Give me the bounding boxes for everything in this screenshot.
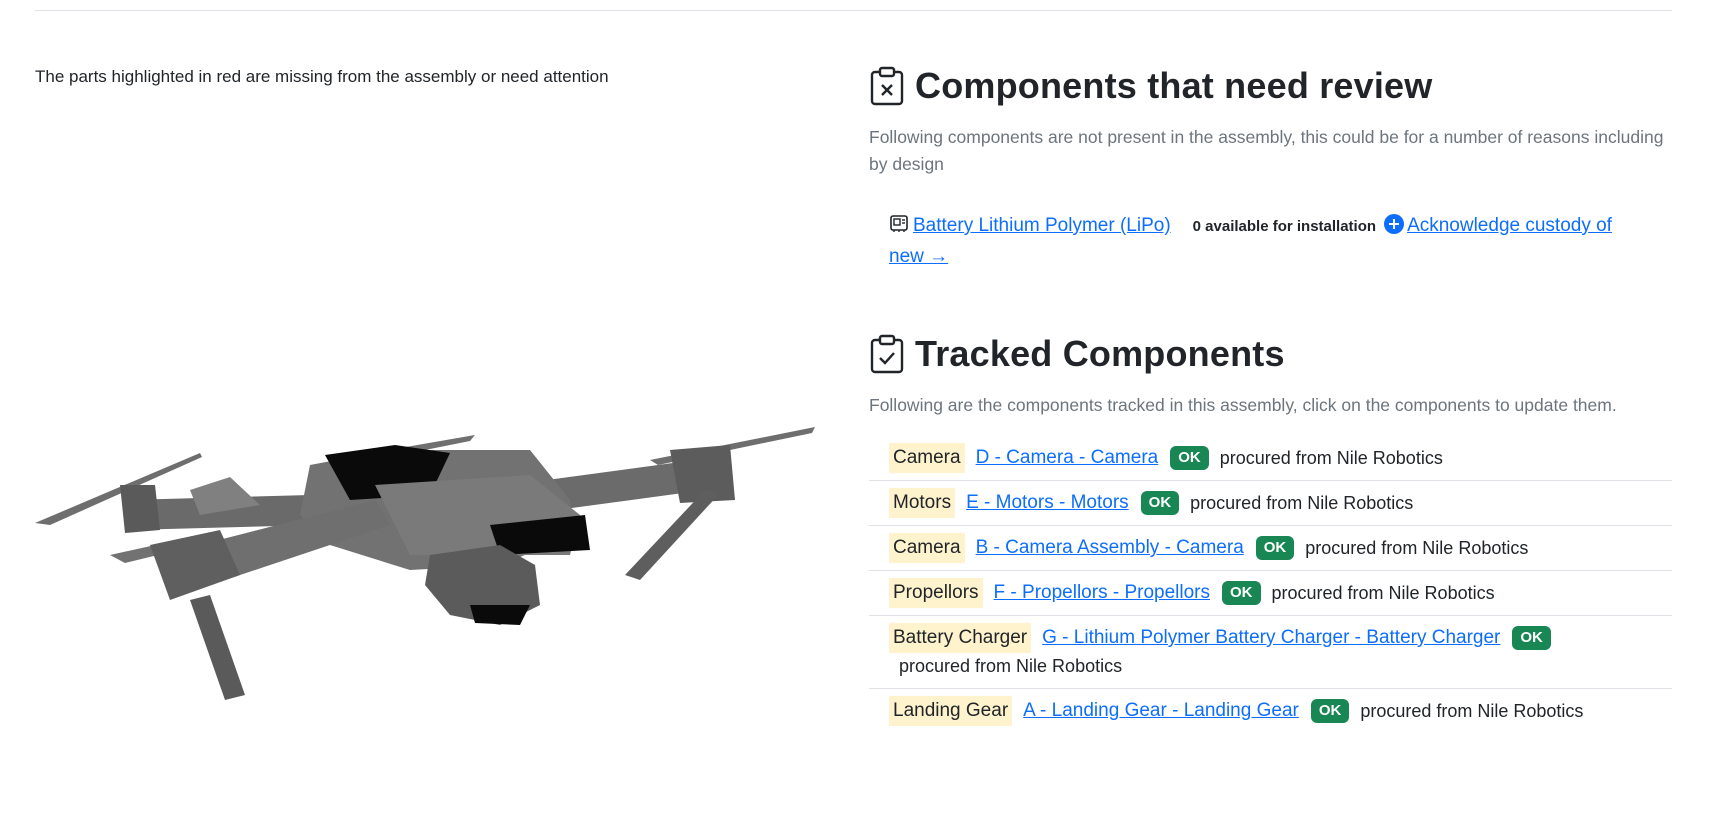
clipboard-check-icon — [870, 334, 904, 374]
component-link[interactable]: D - Camera - Camera — [976, 443, 1159, 473]
component-link[interactable]: B - Camera Assembly - Camera — [976, 533, 1244, 563]
review-section: Components that need review Following co… — [869, 62, 1672, 272]
source-text: procured from Nile Robotics — [1305, 538, 1529, 558]
source-text: procured from Nile Robotics — [899, 656, 1123, 676]
review-header: Components that need review — [869, 62, 1672, 110]
component-link[interactable]: E - Motors - Motors — [966, 488, 1129, 518]
list-item: Camera D - Camera - Camera OK procured f… — [869, 436, 1672, 481]
status-badge: OK — [1222, 581, 1261, 605]
category-label: Battery Charger — [889, 623, 1032, 653]
component-link[interactable]: F - Propellors - Propellors — [994, 578, 1210, 608]
top-divider — [35, 10, 1672, 11]
component-link[interactable]: A - Landing Gear - Landing Gear — [1023, 696, 1299, 726]
category-label: Propellors — [889, 578, 983, 608]
tracked-title: Tracked Components — [915, 333, 1285, 374]
missing-component-item: Battery Lithium Polymer (LiPo) 0 availabl… — [889, 211, 1649, 272]
assembly-note: The parts highlighted in red are missing… — [35, 67, 609, 86]
clipboard-x-icon — [870, 66, 904, 106]
review-description: Following components are not present in … — [869, 127, 1664, 174]
list-item: Battery Charger G - Lithium Polymer Batt… — [869, 616, 1672, 689]
status-badge: OK — [1512, 626, 1551, 650]
chip-icon — [890, 215, 908, 232]
source-text: procured from Nile Robotics — [1360, 701, 1584, 721]
list-item: Camera B - Camera Assembly - Camera OK p… — [869, 526, 1672, 571]
source-text: procured from Nile Robotics — [1190, 493, 1414, 513]
status-badge: OK — [1170, 446, 1209, 470]
status-badge: OK — [1140, 491, 1180, 515]
plus-circle-icon[interactable] — [1384, 214, 1405, 234]
tracked-section: Tracked Components Following are the com… — [869, 330, 1672, 733]
drone-3d-model[interactable] — [30, 405, 825, 715]
tracked-description: Following are the components tracked in … — [869, 395, 1617, 415]
category-label: Motors — [889, 488, 956, 518]
review-title: Components that need review — [915, 65, 1433, 106]
category-label: Camera — [889, 443, 965, 473]
component-link[interactable]: G - Lithium Polymer Battery Charger - Ba… — [1042, 623, 1500, 653]
tracked-header: Tracked Components — [869, 330, 1672, 378]
list-item: Motors E - Motors - Motors OK procured f… — [869, 481, 1672, 526]
list-item: Landing Gear A - Landing Gear - Landing … — [869, 689, 1672, 733]
status-badge: OK — [1255, 536, 1295, 560]
tracked-component-list: Camera D - Camera - Camera OK procured f… — [869, 436, 1672, 733]
category-label: Landing Gear — [889, 696, 1013, 726]
list-item: Propellors F - Propellors - Propellors O… — [869, 571, 1672, 616]
category-label: Camera — [889, 533, 965, 563]
source-text: procured from Nile Robotics — [1219, 448, 1443, 468]
missing-component-link[interactable]: Battery Lithium Polymer (LiPo) — [913, 215, 1171, 236]
source-text: procured from Nile Robotics — [1271, 583, 1495, 603]
status-badge: OK — [1310, 699, 1350, 723]
availability-label: 0 available for installation — [1192, 218, 1377, 235]
